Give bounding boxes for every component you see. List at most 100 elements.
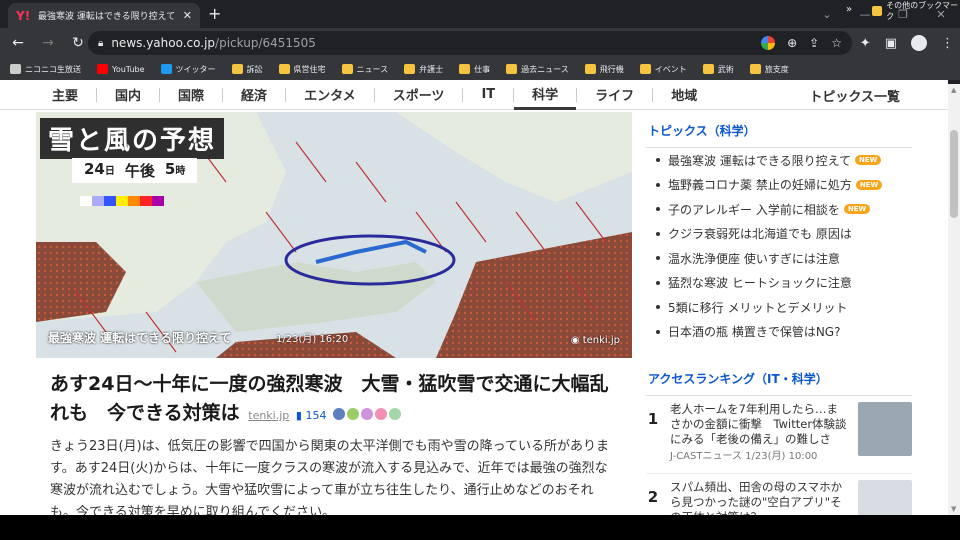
bookmark-item[interactable]: 武術 [702,64,734,75]
reaction-think-icon [361,407,374,420]
nav-tab[interactable]: 経済 [223,80,285,110]
bookmark-item[interactable]: YouTube [97,64,145,74]
bookmark-label: 訴訟 [246,64,263,74]
folder-icon [872,6,883,16]
nav-tab[interactable]: スポーツ [375,80,463,110]
nav-tab[interactable]: IT [463,80,513,110]
topic-text: 温水洗浄便座 使いすぎには注意 [668,251,840,266]
rank-text-block: スパム頻出、田舎の母のスマホから見つかった謎の"空白アプリ"その正体と対策は？ [670,480,848,515]
bookmark-label: 飛行機 [599,64,624,74]
folder-icon [702,64,714,74]
close-tab-icon[interactable]: ✕ [183,9,192,22]
bookmark-item[interactable]: 過去ニュース [506,64,569,75]
reload-icon[interactable]: ↻ [66,31,90,55]
browser-tab[interactable]: Y! 最強寒波 運転はできる限り控えて - Yahoo ✕ [8,3,200,28]
hero-image[interactable]: 雪と風の予想 24日 午後 5時 最強寒波 運転はできる限り控えて 1/23(月… [36,112,632,358]
niconico-icon [10,64,21,74]
rank-number: 2 [647,488,659,506]
topics-all-link[interactable]: トピックス一覧 [809,80,900,110]
nav-tab[interactable]: 地域 [653,80,715,110]
topic-link[interactable]: 最強寒波 運転はできる限り控えて NEW [646,148,912,173]
topic-link[interactable]: 温水洗浄便座 使いすぎには注意 [646,246,912,271]
article-body: きょう23日(月)は、低気圧の影響で四国から関東の太平洋側でも雨や雪の降っている… [50,439,610,515]
bookmark-label: 仕事 [474,64,491,74]
address-bar[interactable]: 🔒︎ news.yahoo.co.jp /pickup/6451505 ⊕ ⇪ … [88,31,852,55]
lock-icon[interactable]: 🔒︎ [98,38,103,49]
topic-link[interactable]: クジラ衰弱死は北海道でも 原因は [646,222,912,247]
topic-link[interactable]: 5類に移行 メリットとデメリット [646,295,912,320]
profile-avatar-icon[interactable]: ● [911,35,927,51]
nav-tab[interactable]: 科学 [514,80,577,110]
scroll-down-icon[interactable]: ▼ [951,505,956,513]
rank-text-block: 老人ホームを7年利用したら…まさかの金額に衝撃 Twitter体験談にみる「老後… [670,402,848,467]
back-icon[interactable]: ← [6,31,30,55]
reaction-icons[interactable] [333,407,402,420]
bookmark-item[interactable]: ニコニコ生放送 [10,64,81,75]
bookmark-item[interactable]: イベント [639,64,687,75]
bookmark-label: YouTube [112,64,145,74]
other-bookmarks[interactable]: その他のブックマーク [872,0,960,22]
hero-caption[interactable]: 最強寒波 運転はできる限り控えて [48,329,231,346]
sidebar: トピックス（科学） 最強寒波 運転はできる限り控えて NEW 塩野義コロナ薬 禁止の… [646,112,912,515]
share-icon[interactable]: ⇪ [809,36,819,50]
extensions-icon[interactable]: ✦ [860,36,871,51]
rank-title: 老人ホームを7年利用したら…まさかの金額に衝撃 Twitter体験談にみる「老後… [670,402,847,446]
zoom-icon[interactable]: ⊕ [787,36,797,50]
new-tab-icon[interactable]: + [208,4,221,23]
folder-icon [459,64,471,74]
nav-tab[interactable]: 国内 [97,80,159,110]
bookmark-label: ニュース [356,64,389,74]
forward-icon[interactable]: → [36,31,60,55]
bookmark-item[interactable]: 仕事 [459,64,490,75]
ranking-item[interactable]: 2 スパム頻出、田舎の母のスマホから見つかった謎の"空白アプリ"その正体と対策は？ [646,474,912,515]
bookmark-item[interactable]: ニュース [341,64,389,75]
bookmark-star-icon[interactable]: ☆ [831,36,842,50]
menu-icon[interactable]: ⋮ [941,36,954,51]
bookmark-item[interactable]: 訴訟 [231,64,263,75]
article-title-text: あす24日〜十年に一度の強烈寒波 大雪・猛吹雪で交通に大幅乱れも 今できる対策は [50,373,609,424]
comment-count[interactable]: ▮ 154 [296,409,327,422]
bookmark-label: 旅支度 [764,64,789,74]
folder-icon [278,64,290,74]
category-nav: 主要 国内 国際 経済 エンタメ スポーツ IT 科学 ライフ 地域 [0,80,948,110]
folder-icon [231,64,243,74]
bookmark-item[interactable]: 旅支度 [749,64,789,75]
topic-text: 日本酒の瓶 横置きで保管はNG? [668,325,841,340]
nav-tab[interactable]: ライフ [577,80,652,110]
tab-search-icon[interactable]: ⌄ [808,0,846,28]
snow-scale-legend [80,196,164,206]
nav-tab[interactable]: 主要 [34,80,96,110]
reaction-happy-icon [347,407,360,420]
web-page: 主要 国内 国際 経済 エンタメ スポーツ IT 科学 ライフ 地域 トピックス一覧 [0,80,948,515]
rank-thumbnail[interactable] [858,402,912,456]
page-scrollbar[interactable]: ▲ ▼ [948,84,960,515]
bookmark-item[interactable]: 県営住宅 [278,64,326,75]
topic-link[interactable]: 猛烈な寒波 ヒートショックに注意 [646,271,912,296]
bookmarks-overflow-icon[interactable]: » [846,4,852,15]
ranking-list: 1 老人ホームを7年利用したら…まさかの金額に衝撃 Twitter体験談にみる「老… [646,396,912,515]
browser-chrome: Y! 最強寒波 運転はできる限り控えて - Yahoo ✕ + ⌄ — ❐ ✕ … [0,0,960,84]
google-lens-icon[interactable] [761,36,776,50]
bookmark-item[interactable]: 飛行機 [584,64,624,75]
hero-hour-unit: 時 [175,166,186,177]
bookmark-item[interactable]: ツイッター [160,64,216,75]
rank-thumbnail[interactable] [858,480,912,515]
hero-credit-label: tenki.jp [582,335,620,346]
nav-tab[interactable]: 国際 [160,80,222,110]
side-panel-icon[interactable]: ▣ [885,36,897,51]
article-title[interactable]: あす24日〜十年に一度の強烈寒波 大雪・猛吹雪で交通に大幅乱れも 今できる対策は… [50,370,620,430]
topic-link[interactable]: 塩野義コロナ薬 禁止の妊婦に処方 NEW [646,173,912,198]
bookmark-item[interactable]: 弁護士 [404,64,443,75]
ranking-item[interactable]: 1 老人ホームを7年利用したら…まさかの金額に衝撃 Twitter体験談にみる「老… [646,396,912,474]
other-bookmarks-label: その他のブックマーク [886,1,959,21]
topic-link[interactable]: 子のアレルギー 入学前に相談を NEW [646,197,912,222]
ranking-heading: アクセスランキング（IT・科学） [646,360,912,396]
article-source[interactable]: tenki.jp [248,409,289,422]
topic-link[interactable]: 日本酒の瓶 横置きで保管はNG? [646,320,912,345]
scrollbar-thumb[interactable] [950,130,958,218]
topic-text: 猛烈な寒波 ヒートショックに注意 [668,276,852,291]
hero-timestamp: 1/23(月) 16:20 [276,334,349,345]
scroll-up-icon[interactable]: ▲ [951,86,956,94]
scale-swatch [80,196,92,206]
nav-tab[interactable]: エンタメ [286,80,374,110]
